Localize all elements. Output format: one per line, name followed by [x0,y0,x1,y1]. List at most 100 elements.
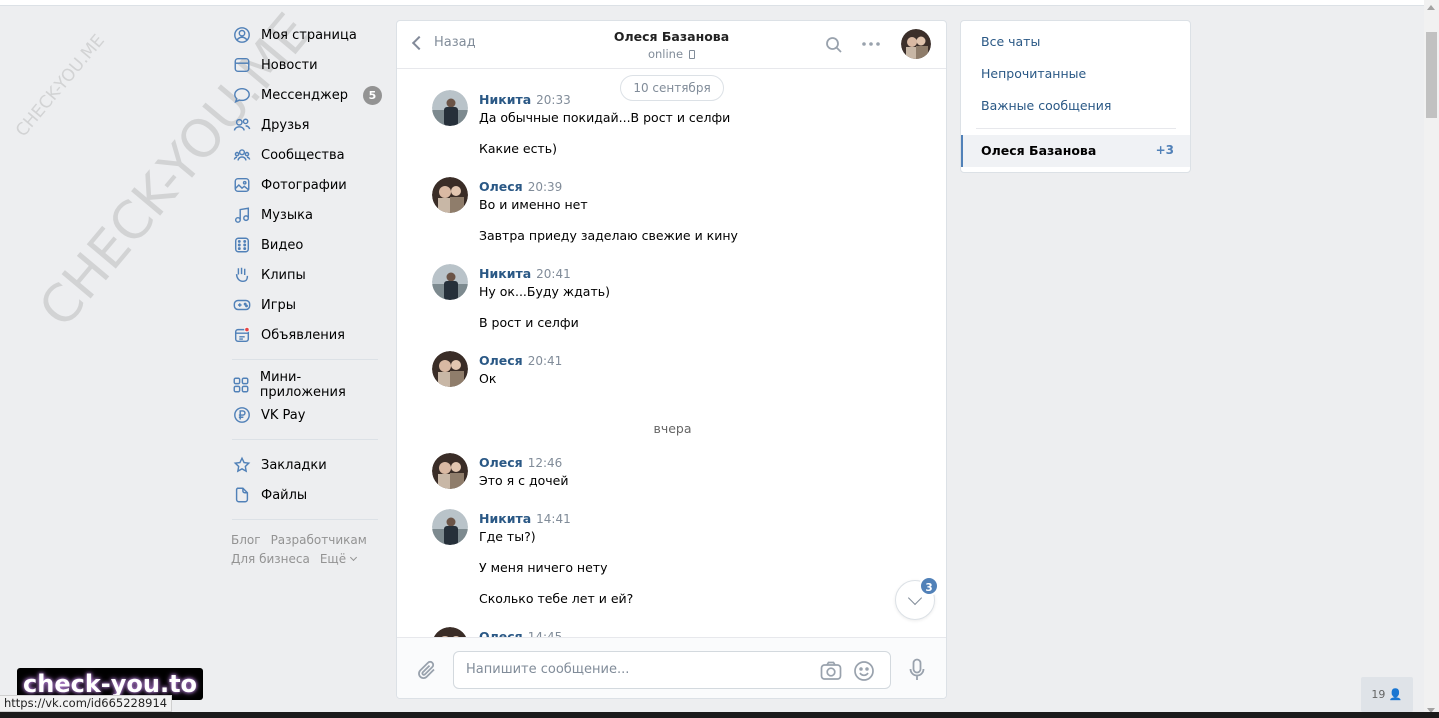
message-text: Какие есть) [479,141,557,156]
apps-grid-icon [232,375,251,395]
star-icon [232,455,252,475]
paperclip-icon[interactable] [416,659,438,685]
message-time[interactable]: 20:41 [528,354,563,368]
message-author[interactable]: Никита [479,511,531,526]
avatar[interactable] [432,177,468,213]
message-time[interactable]: 14:45 [528,630,563,637]
filter-unread[interactable]: Непрочитанные [981,66,1086,81]
nav-label: Игры [261,297,297,313]
footer-link-business[interactable]: Для бизнеса [231,552,310,566]
nav-item-mini-apps[interactable]: Мини-приложения [230,370,380,400]
nav-item-files[interactable]: Файлы [230,480,380,510]
nav-item-clips[interactable]: Клипы [230,260,380,290]
peer-status: online [648,47,696,61]
message-header: Олеся 20:41 [479,353,562,368]
message-author[interactable]: Никита [479,266,531,281]
microphone-icon[interactable] [909,658,925,686]
chat-header: Назад Олеся Базанова online [397,21,946,69]
photo-icon [232,175,252,195]
mobile-phone-icon [689,49,696,59]
avatar[interactable] [432,351,468,387]
nav-item-games[interactable]: Игры [230,290,380,320]
avatar[interactable] [432,627,468,637]
message-author[interactable]: Олеся [479,455,523,470]
nav-item-messenger[interactable]: Мессенджер 5 [230,80,382,110]
message-author[interactable]: Олеся [479,353,523,368]
nav-item-video[interactable]: Видео [230,230,380,260]
nav-divider [232,519,378,520]
message-input[interactable] [466,662,806,677]
nav-item-news[interactable]: Новости [230,50,380,80]
gamepad-icon [232,295,252,315]
nav-label: Мессенджер [261,87,348,103]
file-icon [232,485,252,505]
nav-label: Сообщества [261,147,345,163]
message-header: Олеся 14:45 [479,629,562,637]
message-author[interactable]: Олеся [479,179,523,194]
avatar[interactable] [432,90,468,126]
camera-icon[interactable] [820,661,842,685]
communities-icon [232,145,252,165]
viewers-count: 19 [1371,688,1386,701]
message-list[interactable]: 10 сентября Никита 20:33 Да обычные покида… [397,70,946,637]
message-text: В рост и селфи [479,315,579,330]
avatar[interactable] [432,264,468,300]
message-text: Завтра приеду заделаю свежие и кину [479,228,738,243]
nav-label: Объявления [261,327,345,343]
page-scrollbar[interactable] [1424,0,1439,718]
message-time[interactable]: 12:46 [528,456,563,470]
panel-divider [976,128,1176,129]
active-chat-item[interactable]: Олеся Базанова +3 [961,135,1190,167]
scroll-thumb[interactable] [1426,32,1437,118]
active-chat-name: Олеся Базанова [981,143,1097,158]
nav-label: Моя страница [261,27,357,43]
message-input-box[interactable] [453,651,891,689]
message-author[interactable]: Олеся [479,629,523,637]
message-time[interactable]: 14:41 [536,512,571,526]
nav-label: Мини-приложения [259,370,346,400]
filter-important[interactable]: Важные сообщения [981,98,1111,113]
message-time[interactable]: 20:39 [528,180,563,194]
clips-icon [232,265,252,285]
newspaper-icon [232,55,252,75]
message-text: Это я с дочей [479,473,569,488]
nav-label: Клипы [261,267,306,283]
nav-item-music[interactable]: Музыка [230,200,380,230]
nav-item-photos[interactable]: Фотографии [230,170,380,200]
emoji-smile-icon[interactable] [853,660,875,686]
avatar[interactable] [432,509,468,545]
nav-item-my-page[interactable]: Моя страница [230,20,380,50]
message-time[interactable]: 20:41 [536,267,571,281]
message-text: Где ты?) [479,529,536,544]
filter-all-chats[interactable]: Все чаты [981,34,1040,49]
footer-link-blog[interactable]: Блог [231,533,261,547]
footer-links: Блог Разработчикам Для бизнеса Ещё [230,530,380,568]
chevron-down-icon [907,590,923,606]
nav-item-classifieds[interactable]: Объявления [230,320,380,350]
chat-window: Назад Олеся Базанова online 10 сентября … [396,20,947,699]
left-nav: Моя страница Новости Мессенджер 5 Друзья… [230,20,382,568]
chat-filter-panel: Все чаты Непрочитанные Важные сообщения … [960,20,1191,173]
message-text: Ну ок...Буду ждать) [479,284,610,299]
nav-item-vk-pay[interactable]: VK Pay [230,400,380,430]
video-icon [232,235,252,255]
nav-item-communities[interactable]: Сообщества [230,140,380,170]
footer-link-developers[interactable]: Разработчикам [271,533,367,547]
nav-item-friends[interactable]: Друзья [230,110,380,140]
nav-label: VK Pay [261,407,306,423]
message-author[interactable]: Никита [479,92,531,107]
date-pill[interactable]: 10 сентября [620,75,724,101]
os-taskbar [0,712,1439,718]
nav-label: Друзья [261,117,310,133]
search-icon[interactable] [825,36,843,58]
message-time[interactable]: 20:33 [536,93,571,107]
classifieds-icon [232,325,252,345]
footer-link-more[interactable]: Ещё [320,552,358,566]
scroll-up-icon[interactable] [1427,5,1435,10]
more-dots-icon[interactable] [861,35,881,57]
message-header: Олеся 20:39 [479,179,562,194]
nav-item-bookmarks[interactable]: Закладки [230,450,380,480]
viewers-counter[interactable]: 19 👤 [1361,677,1413,712]
avatar[interactable] [901,29,931,59]
avatar[interactable] [432,453,468,489]
